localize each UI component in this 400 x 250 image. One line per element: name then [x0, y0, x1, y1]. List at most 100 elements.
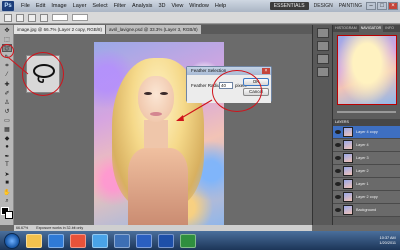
zoom-tool-icon[interactable]: ⌕ [2, 197, 12, 205]
layer-name: Layer 2 copy [356, 195, 378, 199]
eraser-tool-icon[interactable]: ▭ [2, 116, 12, 124]
workspace-design-link[interactable]: DESIGN [311, 3, 336, 9]
options-bar [0, 12, 400, 24]
crop-tool-icon[interactable]: ⌗ [2, 62, 12, 70]
feather-option-field[interactable] [52, 14, 68, 21]
actions-panel-icon[interactable] [317, 41, 329, 51]
navigator-panel-tabs: HISTOGRAM NAVIGATOR INFO [333, 25, 400, 32]
doc-tab-active[interactable]: image.jpg @ 66.7% (Layer 2 copy, RGB/8) [14, 25, 106, 34]
layers-panel-tab[interactable]: LAYERS [333, 119, 400, 126]
close-icon[interactable]: × [388, 2, 398, 10]
tab-histogram[interactable]: HISTOGRAM [333, 25, 359, 32]
layer-thumbnail [343, 205, 353, 215]
taskbar-app-icon[interactable] [70, 233, 86, 248]
layer-thumbnail [343, 179, 353, 189]
right-panels: HISTOGRAM NAVIGATOR INFO LAYERS Layer 4 … [332, 25, 400, 225]
taskbar-photoshop-icon[interactable] [158, 233, 174, 248]
tool-preset-icon[interactable] [4, 13, 12, 22]
visibility-eye-icon[interactable] [335, 143, 341, 147]
history-panel-icon[interactable] [317, 28, 329, 38]
type-tool-icon[interactable]: T [2, 161, 12, 169]
layer-row[interactable]: Layer 2 copy [333, 191, 400, 204]
visibility-eye-icon[interactable] [335, 195, 341, 199]
background-color-swatch[interactable] [5, 211, 13, 219]
dodge-tool-icon[interactable]: ● [2, 143, 12, 151]
visibility-eye-icon[interactable] [335, 169, 341, 173]
menu-filter[interactable]: Filter [111, 0, 129, 12]
navigator-zoom [337, 108, 396, 115]
menu-window[interactable]: Window [186, 0, 212, 12]
feather-input-ring [212, 70, 262, 112]
menu-image[interactable]: Image [48, 0, 69, 12]
move-tool-icon[interactable]: ✥ [2, 26, 12, 34]
dialog-close-icon[interactable]: × [262, 68, 270, 74]
menu-file[interactable]: File [18, 0, 33, 12]
visibility-eye-icon[interactable] [335, 182, 341, 186]
refine-edge-button[interactable] [72, 14, 88, 21]
color-swatches[interactable] [1, 207, 13, 219]
visibility-eye-icon[interactable] [335, 156, 341, 160]
visibility-eye-icon[interactable] [335, 208, 341, 212]
layer-row[interactable]: Layer 3 [333, 152, 400, 165]
maximize-icon[interactable]: □ [377, 2, 387, 10]
lasso-tool-highlight-ring [0, 44, 14, 58]
new-selection-icon[interactable] [16, 13, 24, 22]
path-select-tool-icon[interactable]: ➤ [2, 170, 12, 178]
layer-name: Layer 1 [356, 182, 369, 186]
layer-thumbnail [343, 140, 353, 150]
layer-row[interactable]: Layer 4 [333, 139, 400, 152]
photo-neck [144, 120, 168, 150]
tab-navigator[interactable]: NAVIGATOR [358, 25, 384, 32]
add-selection-icon[interactable] [28, 13, 36, 22]
pen-tool-icon[interactable]: ✒ [2, 152, 12, 160]
taskbar-app-icon[interactable] [48, 233, 64, 248]
brushes-panel-icon[interactable] [317, 54, 329, 64]
document-tabs: image.jpg @ 66.7% (Layer 2 copy, RGB/8) … [14, 25, 312, 34]
photo-right-eye [160, 92, 168, 95]
layer-row[interactable]: Layer 1 [333, 178, 400, 191]
layer-name: Layer 4 [356, 143, 369, 147]
marquee-tool-icon[interactable]: ⬚ [2, 35, 12, 43]
layer-row[interactable]: Layer 4 copy [333, 126, 400, 139]
layer-name: Layer 2 [356, 169, 369, 173]
clone-stamp-tool-icon[interactable]: ♙ [2, 98, 12, 106]
healing-tool-icon[interactable]: ✚ [2, 80, 12, 88]
menu-layer[interactable]: Layer [70, 0, 90, 12]
brush-tool-icon[interactable]: ✐ [2, 89, 12, 97]
history-brush-tool-icon[interactable]: ↺ [2, 107, 12, 115]
layer-row[interactable]: Background [333, 204, 400, 217]
taskbar-app-icon[interactable] [26, 233, 42, 248]
tab-info[interactable]: INFO [383, 25, 396, 32]
navigator-preview[interactable] [337, 35, 397, 105]
gradient-tool-icon[interactable]: ▦ [2, 125, 12, 133]
navigator-zoom-slider[interactable] [337, 110, 396, 113]
taskbar-app-icon[interactable] [92, 233, 108, 248]
doc-tab-second[interactable]: avril_lavigne.psd @ 33.3% (Layer 3, RGB/… [106, 25, 201, 34]
menu-3d[interactable]: 3D [155, 0, 168, 12]
subtract-selection-icon[interactable] [40, 13, 48, 22]
minimize-icon[interactable]: – [366, 2, 376, 10]
taskbar-app-icon[interactable] [114, 233, 130, 248]
menu-select[interactable]: Select [89, 0, 110, 12]
visibility-eye-icon[interactable] [335, 130, 341, 134]
eyedropper-tool-icon[interactable]: ⁄ [2, 71, 12, 79]
menu-analysis[interactable]: Analysis [129, 0, 155, 12]
start-button[interactable] [4, 232, 20, 249]
workspace-essentials-button[interactable]: ESSENTIALS [269, 2, 309, 10]
tray-clock[interactable]: 10:37 AM 1/20/2011 [379, 236, 396, 246]
menu-view[interactable]: View [168, 0, 186, 12]
workspace-painting-link[interactable]: PAINTING [336, 3, 365, 9]
status-zoom[interactable]: 66.67% [14, 226, 30, 230]
layer-row[interactable]: Layer 2 [333, 165, 400, 178]
clone-source-panel-icon[interactable] [317, 67, 329, 77]
menu-help[interactable]: Help [212, 0, 229, 12]
shape-tool-icon[interactable]: ■ [2, 179, 12, 187]
clock-date: 1/20/2011 [379, 240, 396, 245]
blur-tool-icon[interactable]: ◆ [2, 134, 12, 142]
taskbar-app-icon[interactable] [136, 233, 152, 248]
lasso-callout-ring [22, 52, 64, 96]
taskbar-app-icon[interactable] [180, 233, 196, 248]
layer-thumbnail [343, 153, 353, 163]
hand-tool-icon[interactable]: ✋ [2, 188, 12, 196]
menu-edit[interactable]: Edit [33, 0, 48, 12]
